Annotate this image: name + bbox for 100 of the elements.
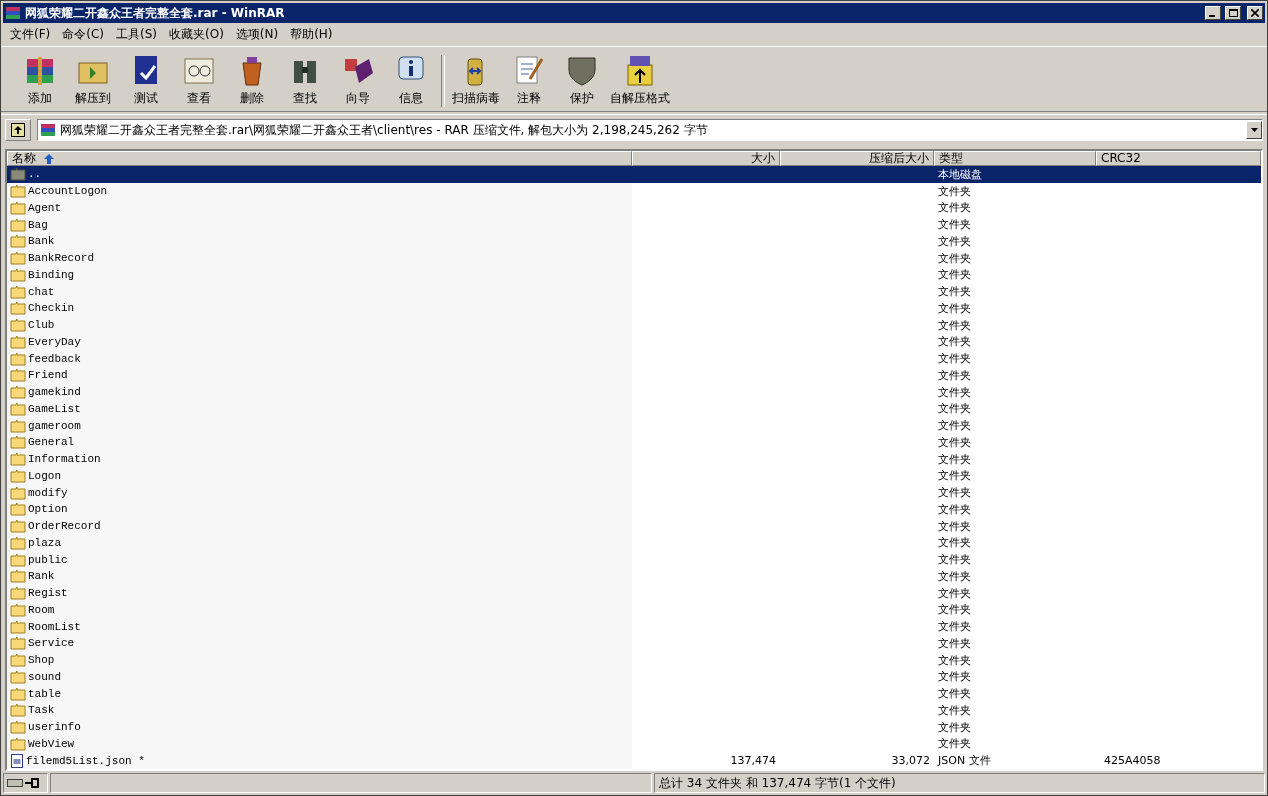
folder-icon [10, 552, 26, 567]
menu-item[interactable]: 选项(N) [230, 25, 284, 43]
folder-icon [10, 435, 26, 450]
file-row[interactable]: Room 文件夹 [7, 601, 1261, 619]
archive-icon [40, 122, 56, 138]
file-row[interactable]: chat 文件夹 [7, 283, 1261, 300]
folder-icon [10, 586, 26, 601]
folder-icon [10, 334, 26, 349]
file-name: plaza [28, 536, 61, 549]
folder-icon [10, 284, 26, 299]
file-row[interactable]: plaza 文件夹 [7, 534, 1261, 552]
file-row[interactable]: Bag 文件夹 [7, 216, 1261, 233]
file-row[interactable]: Rank 文件夹 [7, 568, 1261, 585]
maximize-button[interactable] [1225, 6, 1241, 20]
menu-item[interactable]: 工具(S) [111, 25, 162, 43]
type-text: 文件夹 [938, 183, 971, 199]
column-header[interactable]: 压缩后大小 [780, 151, 934, 166]
toolbar-button[interactable]: 查看 [172, 51, 225, 111]
menu-item[interactable]: 帮助(H) [285, 25, 338, 43]
type-text: 文件夹 [938, 317, 971, 333]
crc-text: 425A4058 [1104, 754, 1161, 768]
file-row[interactable]: OrderRecord 文件夹 [7, 517, 1261, 535]
file-row[interactable]: RoomList 文件夹 [7, 618, 1261, 635]
folder-icon [10, 703, 26, 718]
toolbar-button[interactable]: 向导 [331, 51, 384, 111]
file-row[interactable]: Shop 文件夹 [7, 651, 1261, 669]
file-row[interactable]: filemd5List.json * 137,474 33,072 JSON 文件 425A4058 [7, 752, 1261, 769]
type-text: 文件夹 [938, 686, 971, 702]
file-row[interactable]: feedback 文件夹 [7, 350, 1261, 367]
file-name: Regist [28, 587, 68, 600]
menu-item[interactable]: 文件(F) [5, 25, 56, 43]
type-text: 文件夹 [938, 552, 971, 568]
file-row[interactable]: Logon 文件夹 [7, 467, 1261, 485]
folder-icon [10, 468, 26, 483]
file-row[interactable]: Friend 文件夹 [7, 367, 1261, 384]
file-row[interactable]: AccountLogon 文件夹 [7, 182, 1261, 200]
file-name: EveryDay [28, 335, 81, 348]
file-row[interactable]: .. 本地磁盘 [7, 166, 1261, 183]
file-row[interactable]: Information 文件夹 [7, 450, 1261, 468]
file-row[interactable]: sound 文件夹 [7, 668, 1261, 686]
menu-item[interactable]: 收藏夹(O) [164, 25, 229, 43]
file-row[interactable]: Club 文件夹 [7, 316, 1261, 334]
file-row[interactable]: Option 文件夹 [7, 501, 1261, 518]
column-header[interactable]: 名称 [7, 151, 632, 166]
column-header[interactable]: 大小 [632, 151, 780, 166]
toolbar-button[interactable]: 解压到 [66, 51, 119, 111]
file-row[interactable]: Agent 文件夹 [7, 199, 1261, 217]
toolbar-button[interactable]: 扫描病毒 [449, 51, 502, 111]
folder-icon [10, 602, 26, 617]
column-header[interactable]: 类型 [934, 151, 1096, 166]
file-row[interactable]: userinfo 文件夹 [7, 718, 1261, 736]
folder-icon [10, 485, 26, 500]
dropdown-button[interactable] [1246, 121, 1262, 139]
file-name: Option [28, 503, 68, 516]
toolbar-button[interactable]: 查找 [278, 51, 331, 111]
toolbar-button[interactable]: 保护 [555, 51, 608, 111]
toolbar-button[interactable]: 添加 [13, 51, 66, 111]
type-text: 文件夹 [938, 485, 971, 501]
file-row[interactable]: BankRecord 文件夹 [7, 249, 1261, 267]
type-text: 文件夹 [938, 468, 971, 484]
file-row[interactable]: Binding 文件夹 [7, 266, 1261, 284]
toolbar-button[interactable]: 删除 [225, 51, 278, 111]
type-text: JSON 文件 [938, 753, 991, 769]
document-icon [10, 753, 24, 768]
file-row[interactable]: gamekind 文件夹 [7, 383, 1261, 401]
file-row[interactable]: gameroom 文件夹 [7, 417, 1261, 434]
file-row[interactable]: table 文件夹 [7, 685, 1261, 702]
file-name: gameroom [28, 419, 81, 432]
type-text: 文件夹 [938, 200, 971, 216]
folder-icon [10, 720, 26, 735]
up-folder-button[interactable] [5, 119, 31, 141]
folder-icon [10, 234, 26, 249]
menu-item[interactable]: 命令(C) [57, 25, 109, 43]
folder-icon [10, 184, 26, 199]
file-name: sound [28, 670, 61, 683]
file-row[interactable]: Regist 文件夹 [7, 584, 1261, 602]
toolbar-button[interactable]: 注释 [502, 51, 555, 111]
column-header[interactable]: CRC32 [1096, 151, 1261, 166]
file-row[interactable]: Service 文件夹 [7, 635, 1261, 652]
file-row[interactable]: GameList 文件夹 [7, 400, 1261, 418]
file-row[interactable]: WebView 文件夹 [7, 735, 1261, 753]
file-row[interactable]: Task 文件夹 [7, 702, 1261, 719]
sort-arrow-icon [44, 153, 54, 164]
file-name: public [28, 553, 68, 566]
toolbar-button[interactable]: 自解压格式 [608, 51, 672, 111]
folder-icon [10, 653, 26, 668]
toolbar-button[interactable]: 信息 [384, 51, 437, 111]
toolbar-button[interactable]: 测试 [119, 51, 172, 111]
folder-icon [10, 167, 26, 182]
type-text: 文件夹 [938, 233, 971, 249]
path-field[interactable]: 网狐荣耀二开鑫众王者完整全套.rar\网狐荣耀二开鑫众王者\client\res - RAR 压缩文件, 解包大小为 2,198,245,262 字节 [37, 119, 1263, 141]
close-button[interactable] [1247, 6, 1263, 20]
minimize-button[interactable] [1205, 6, 1221, 20]
file-row[interactable]: Bank 文件夹 [7, 233, 1261, 250]
file-row[interactable]: Checkin 文件夹 [7, 300, 1261, 317]
file-name: Service [28, 637, 75, 650]
file-row[interactable]: General 文件夹 [7, 434, 1261, 451]
file-row[interactable]: EveryDay 文件夹 [7, 333, 1261, 351]
file-row[interactable]: public 文件夹 [7, 551, 1261, 568]
file-row[interactable]: modify 文件夹 [7, 484, 1261, 501]
